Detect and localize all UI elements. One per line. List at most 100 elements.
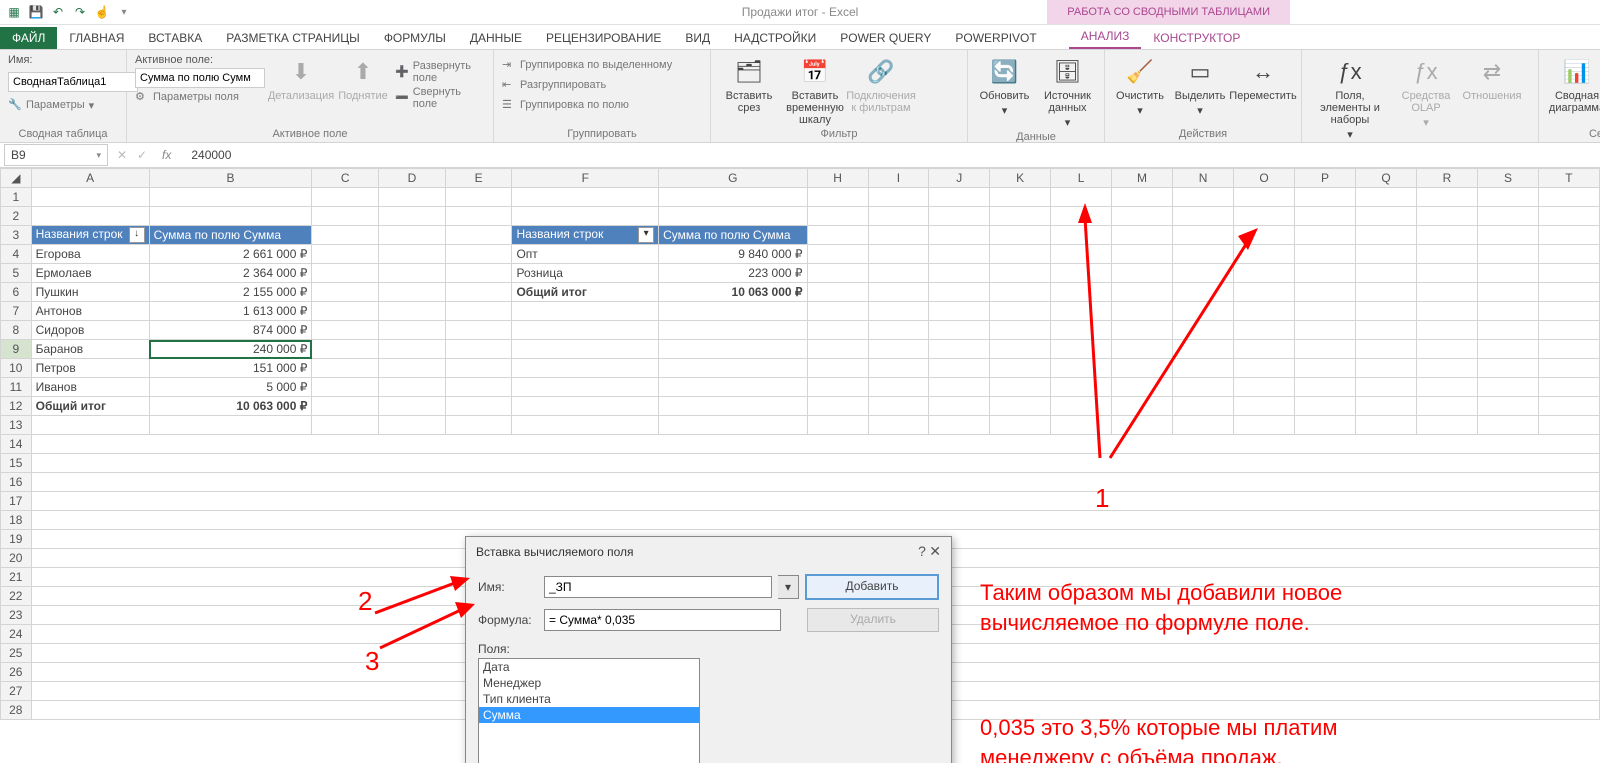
pivot-cell[interactable]: Иванов — [31, 378, 149, 397]
tab-view[interactable]: ВИД — [673, 27, 722, 49]
calcfield-icon: ƒx — [1334, 56, 1366, 88]
cancel-icon[interactable]: ✕ — [112, 148, 132, 162]
pivot-total[interactable]: 10 063 000 ₽ — [149, 397, 312, 416]
tab-addins[interactable]: НАДСТРОЙКИ — [722, 27, 828, 49]
pivot-cell[interactable]: Ермолаев — [31, 264, 149, 283]
col-header[interactable]: D — [379, 169, 446, 188]
pivot-cell[interactable]: 1 613 000 ₽ — [149, 302, 312, 321]
pivot-cell[interactable]: Сидоров — [31, 321, 149, 340]
col-header[interactable]: C — [312, 169, 379, 188]
col-header[interactable]: E — [445, 169, 512, 188]
pivot-cell[interactable]: Егорова — [31, 245, 149, 264]
annotation-number: 3 — [365, 646, 379, 677]
group-byfield: ☰Группировка по полю — [502, 98, 629, 112]
refresh-button[interactable]: 🔄Обновить ▾ — [976, 54, 1033, 117]
tab-design[interactable]: КОНСТРУКТОР — [1141, 27, 1252, 49]
pivot2-rowheader[interactable]: Названия строк▾ — [512, 226, 659, 245]
touch-icon[interactable]: ☝ — [94, 4, 110, 20]
tab-layout[interactable]: РАЗМЕТКА СТРАНИЦЫ — [214, 27, 372, 49]
close-icon[interactable]: ✕ — [929, 543, 941, 559]
drillup-button: ⬆Поднятие — [337, 54, 389, 102]
pivot-cell[interactable]: Опт — [512, 245, 659, 264]
dialog-title: Вставка вычисляемого поля — [476, 545, 634, 559]
redo-icon[interactable]: ↷ — [72, 4, 88, 20]
clear-button[interactable]: 🧹Очистить ▾ — [1113, 54, 1167, 117]
tab-home[interactable]: ГЛАВНАЯ — [57, 27, 136, 49]
pivot-cell[interactable]: 2 155 000 ₽ — [149, 283, 312, 302]
tab-analyze[interactable]: АНАЛИЗ — [1069, 25, 1142, 49]
filter-conn-icon: 🔗 — [865, 56, 897, 88]
save-icon[interactable]: 💾 — [28, 4, 44, 20]
tab-insert[interactable]: ВСТАВКА — [136, 27, 214, 49]
undo-icon[interactable]: ↶ — [50, 4, 66, 20]
fx-icon[interactable]: fx — [152, 148, 181, 162]
excel-icon: ▦ — [6, 4, 22, 20]
pivot-total[interactable]: 10 063 000 ₽ — [659, 283, 807, 302]
pivot-total[interactable]: Общий итог — [512, 283, 659, 302]
select-button[interactable]: ▭Выделить ▾ — [1173, 54, 1227, 117]
name-box[interactable]: B9▾ — [4, 144, 108, 166]
move-button[interactable]: ↔Переместить — [1233, 54, 1293, 102]
af-params[interactable]: ⚙Параметры поля — [135, 90, 265, 104]
datasource-button[interactable]: 🗄Источник данных ▾ — [1039, 54, 1096, 129]
col-header[interactable]: F — [512, 169, 659, 188]
insert-timeline[interactable]: 📅Вставить временную шкалу — [785, 54, 845, 126]
pivot-cell[interactable]: 5 000 ₽ — [149, 378, 312, 397]
pivot-cell[interactable]: Баранов — [31, 340, 149, 359]
ribbon-tabs: ФАЙЛ ГЛАВНАЯ ВСТАВКА РАЗМЕТКА СТРАНИЦЫ Ф… — [0, 25, 1600, 50]
name-label: Имя: — [478, 580, 538, 594]
pivot-total[interactable]: Общий итог — [31, 397, 149, 416]
list-item[interactable]: Менеджер — [479, 675, 699, 691]
tab-review[interactable]: РЕЦЕНЗИРОВАНИЕ — [534, 27, 673, 49]
help-button[interactable]: ? — [918, 543, 926, 559]
pivot-cell[interactable]: 874 000 ₽ — [149, 321, 312, 340]
field-name-input[interactable] — [544, 576, 772, 598]
pivot-cell[interactable]: 9 840 000 ₽ — [659, 245, 807, 264]
active-cell[interactable]: 240 000 ₽ — [149, 340, 312, 359]
tab-data[interactable]: ДАННЫЕ — [458, 27, 534, 49]
pivot-cell[interactable]: Антонов — [31, 302, 149, 321]
insert-slicer[interactable]: 🗂Вставить срез — [719, 54, 779, 114]
pt-name-input[interactable] — [8, 72, 138, 92]
tab-formulas[interactable]: ФОРМУЛЫ — [372, 27, 458, 49]
ungroup: ⇤Разгруппировать — [502, 78, 606, 92]
fields-items-sets[interactable]: ƒxПоля, элементы и наборы ▾ — [1310, 54, 1390, 141]
tab-file[interactable]: ФАЙЛ — [0, 27, 57, 49]
pivotchart-button[interactable]: 📊Сводная диаграмма — [1547, 54, 1600, 114]
list-item[interactable]: Тип клиента — [479, 691, 699, 707]
drillup-icon: ⬆ — [347, 56, 379, 88]
select-all[interactable]: ◢ — [1, 169, 32, 188]
name-dropdown[interactable]: ▾ — [778, 575, 799, 599]
enter-icon[interactable]: ✓ — [132, 148, 152, 162]
pivot-cell[interactable]: 223 000 ₽ — [659, 264, 807, 283]
af-input[interactable] — [135, 68, 265, 88]
pivot1-rowheader[interactable]: Названия строк↓ — [31, 226, 149, 245]
formula-label: Формула: — [478, 613, 538, 627]
formula-input[interactable] — [544, 609, 781, 631]
formula-value[interactable]: 240000 — [181, 148, 231, 162]
tab-powerquery[interactable]: POWER QUERY — [828, 27, 943, 49]
fields-listbox[interactable]: Дата Менеджер Тип клиента Сумма — [478, 658, 700, 763]
clear-icon: 🧹 — [1124, 56, 1156, 88]
af-label: Активное поле: — [135, 54, 265, 66]
col-header[interactable]: A — [31, 169, 149, 188]
list-item[interactable]: Дата — [479, 659, 699, 675]
chart-icon: 📊 — [1561, 56, 1593, 88]
pt-params[interactable]: 🔧Параметры ▾ — [8, 98, 94, 112]
qat-more-icon[interactable]: ▾ — [116, 4, 132, 20]
group-selection: ⇥Группировка по выделенному — [502, 58, 672, 72]
pivot-cell[interactable]: Пушкин — [31, 283, 149, 302]
olap-tools: ƒxСредства OLAP ▾ — [1396, 54, 1456, 129]
list-item-selected[interactable]: Сумма — [479, 707, 699, 723]
pivot-cell[interactable]: Петров — [31, 359, 149, 378]
pivot-cell[interactable]: 2 661 000 ₽ — [149, 245, 312, 264]
pivot-cell[interactable]: Розница — [512, 264, 659, 283]
pivot-cell[interactable]: 151 000 ₽ — [149, 359, 312, 378]
tab-powerpivot[interactable]: POWERPIVOT — [943, 27, 1048, 49]
col-header[interactable]: B — [149, 169, 312, 188]
pivot-cell[interactable]: 2 364 000 ₽ — [149, 264, 312, 283]
move-icon: ↔ — [1247, 56, 1279, 88]
add-button[interactable]: Добавить — [805, 574, 939, 600]
collapse-field: ➖Свернуть поле — [395, 86, 485, 110]
col-header[interactable]: G — [659, 169, 807, 188]
